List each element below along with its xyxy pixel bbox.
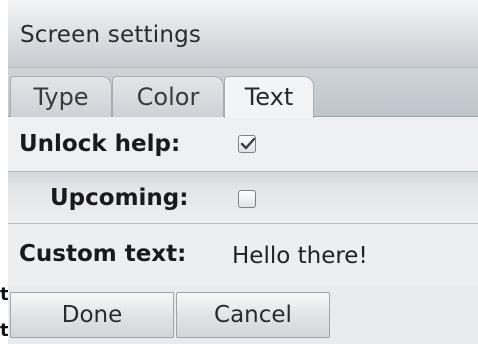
checkmark-icon [240,137,256,150]
screen: t t Screen settings Type Color Text Unlo… [0,0,478,344]
title-bar: Screen settings [8,0,478,68]
cancel-button[interactable]: Cancel [176,292,330,338]
done-button[interactable]: Done [10,292,174,338]
tab-type[interactable]: Type [10,76,112,117]
tab-text[interactable]: Text [224,76,314,118]
unlock-help-row: Unlock help: [8,117,478,172]
tab-strip: Type Color Text [8,68,478,118]
upcoming-checkbox[interactable] [238,190,256,208]
dialog-title: Screen settings [20,22,202,48]
unlock-help-label: Unlock help: [19,131,181,157]
screen-settings-dialog: Screen settings Type Color Text Unlock h… [8,0,478,344]
upcoming-label: Upcoming: [50,185,189,211]
custom-text-value[interactable]: Hello there! [232,243,368,269]
tab-color[interactable]: Color [112,76,224,117]
custom-text-row: Custom text: Hello there! [8,224,478,286]
custom-text-label: Custom text: [19,241,187,267]
unlock-help-checkbox[interactable] [238,135,256,153]
upcoming-row: Upcoming: [8,172,478,224]
